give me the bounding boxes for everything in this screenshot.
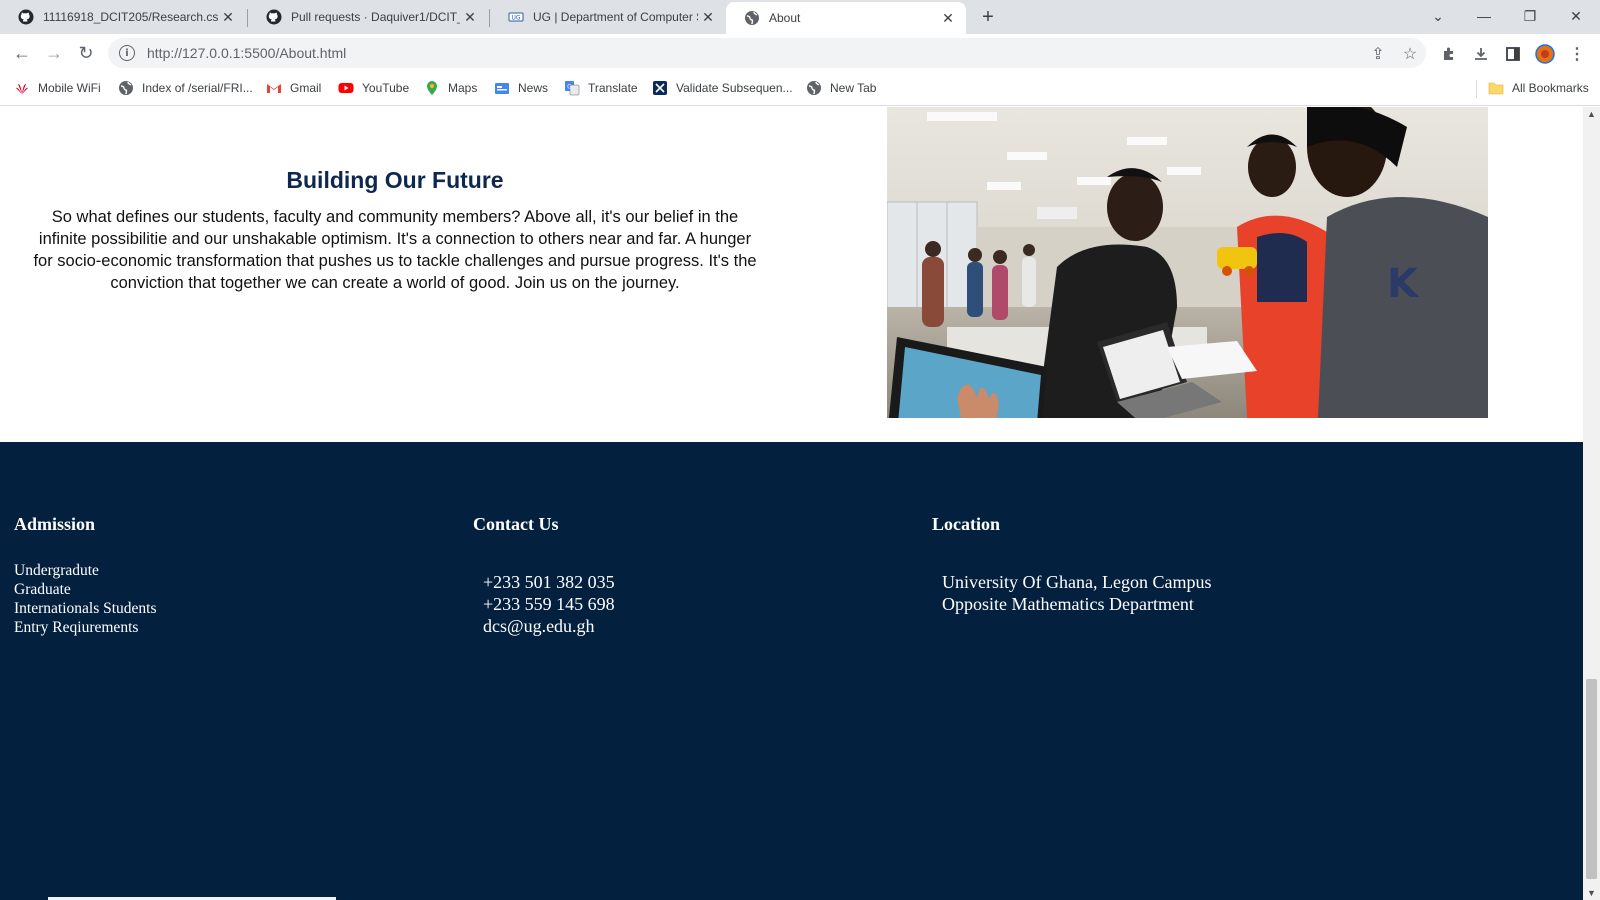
bookmark-validate[interactable]: Validate Subsequen... bbox=[652, 80, 793, 96]
tab-ug-department[interactable]: UG UG | Department of Computer S ✕ bbox=[490, 0, 726, 34]
reload-icon[interactable]: ↻ bbox=[74, 41, 98, 65]
scroll-down-arrow-icon[interactable]: ▼ bbox=[1587, 888, 1596, 898]
globe-icon bbox=[118, 80, 134, 96]
about-title: Building Our Future bbox=[286, 167, 504, 193]
svg-text:UG: UG bbox=[511, 15, 520, 22]
tab-research-css[interactable]: 11116918_DCIT205/Research.css ✕ bbox=[0, 0, 246, 34]
globe-icon bbox=[806, 80, 822, 96]
bookmark-label: Maps bbox=[448, 81, 478, 95]
bookmark-label: New Tab bbox=[830, 81, 877, 95]
footer-contact: Contact Us +233 501 382 035 +233 559 145… bbox=[473, 514, 615, 637]
profile-avatar-icon[interactable] bbox=[1534, 43, 1556, 65]
link-graduate[interactable]: Graduate bbox=[14, 580, 157, 599]
restore-button[interactable]: ❐ bbox=[1508, 0, 1552, 32]
footer-heading-admission: Admission bbox=[14, 514, 96, 534]
huawei-icon bbox=[14, 80, 30, 96]
location-details: University Of Ghana, Legon Campus Opposi… bbox=[932, 571, 1211, 615]
ug-icon: UG bbox=[508, 9, 524, 25]
footer-heading-contact: Contact Us bbox=[473, 514, 559, 534]
extensions-icon[interactable] bbox=[1438, 43, 1460, 65]
contact-email[interactable]: dcs@ug.edu.gh bbox=[483, 615, 615, 637]
news-icon bbox=[494, 80, 510, 96]
bookmark-label: Translate bbox=[588, 81, 638, 95]
footer-location: Location University Of Ghana, Legon Camp… bbox=[932, 514, 1211, 615]
tab-title: 11116918_DCIT205/Research.css bbox=[43, 10, 218, 24]
github-icon bbox=[18, 9, 34, 25]
download-icon[interactable] bbox=[1470, 43, 1492, 65]
x-box-icon bbox=[652, 80, 668, 96]
tab-strip: 11116918_DCIT205/Research.css ✕ Pull req… bbox=[0, 0, 1600, 34]
github-icon bbox=[266, 9, 282, 25]
bookmark-label: Gmail bbox=[290, 81, 322, 95]
tab-about[interactable]: About ✕ bbox=[726, 2, 966, 34]
menu-dots-icon[interactable]: ⋮ bbox=[1566, 43, 1588, 65]
bookmark-label: Mobile WiFi bbox=[38, 81, 101, 95]
svg-text:K: K bbox=[1387, 261, 1420, 307]
all-bookmarks-button[interactable]: All Bookmarks bbox=[1488, 80, 1589, 96]
bookmark-label: All Bookmarks bbox=[1512, 81, 1589, 95]
site-footer: Admission Undergradute Graduate Internat… bbox=[0, 442, 1583, 900]
back-icon[interactable]: ← bbox=[10, 41, 34, 65]
globe-icon bbox=[744, 10, 760, 26]
close-window-button[interactable]: ✕ bbox=[1554, 0, 1598, 32]
link-international-students[interactable]: Internationals Students bbox=[14, 599, 157, 618]
about-body: So what defines our students, faculty an… bbox=[33, 208, 757, 292]
contact-details: +233 501 382 035 +233 559 145 698 dcs@ug… bbox=[473, 571, 615, 637]
tab-title: UG | Department of Computer S bbox=[533, 10, 698, 24]
bookmark-new-tab[interactable]: New Tab bbox=[806, 80, 876, 96]
bookmark-label: Validate Subsequen... bbox=[676, 81, 793, 95]
about-text-block: Building Our Future So what defines our … bbox=[30, 167, 760, 294]
page-viewport: Building Our Future So what defines our … bbox=[0, 107, 1583, 900]
bookmark-news[interactable]: News bbox=[494, 80, 548, 96]
forward-icon[interactable]: → bbox=[42, 41, 66, 65]
location-line-1: University Of Ghana, Legon Campus bbox=[942, 572, 1212, 592]
side-panel-icon[interactable] bbox=[1502, 43, 1524, 65]
bookmarks-bar: Mobile WiFi Index of /serial/FRI... Gmai… bbox=[0, 72, 1600, 106]
admission-links: Undergradute Graduate Internationals Stu… bbox=[14, 561, 157, 637]
footer-heading-location: Location bbox=[932, 514, 1001, 534]
gmail-icon bbox=[266, 80, 282, 96]
location-line-2: Opposite Mathematics Department bbox=[942, 594, 1194, 614]
tab-pull-requests[interactable]: Pull requests · Daquiver1/DCIT_2 ✕ bbox=[248, 0, 488, 34]
minimize-button[interactable]: — bbox=[1462, 0, 1506, 32]
close-icon[interactable]: ✕ bbox=[460, 7, 480, 27]
url-text: http://127.0.0.1:5500/About.html bbox=[147, 45, 347, 61]
bookmark-gmail[interactable]: Gmail bbox=[266, 80, 321, 96]
close-icon[interactable]: ✕ bbox=[218, 7, 238, 27]
youtube-icon bbox=[338, 80, 354, 96]
new-tab-button[interactable]: + bbox=[976, 5, 1000, 29]
tab-search-icon[interactable]: ⌄ bbox=[1416, 0, 1460, 32]
scrollbar-thumb[interactable] bbox=[1586, 679, 1597, 879]
folder-icon bbox=[1488, 80, 1504, 96]
page-scrollbar[interactable]: ▲ ▼ bbox=[1583, 107, 1600, 900]
close-icon[interactable]: ✕ bbox=[698, 7, 718, 27]
bookmark-label: News bbox=[518, 81, 549, 95]
tab-title: Pull requests · Daquiver1/DCIT_2 bbox=[291, 10, 460, 24]
close-icon[interactable]: ✕ bbox=[938, 8, 958, 28]
bookmark-label: YouTube bbox=[362, 81, 410, 95]
phone-number-2: +233 559 145 698 bbox=[483, 594, 615, 614]
translate-icon: G bbox=[564, 80, 580, 96]
scroll-up-arrow-icon[interactable]: ▲ bbox=[1587, 109, 1596, 119]
maps-icon bbox=[424, 80, 440, 96]
address-bar[interactable]: i http://127.0.0.1:5500/About.html bbox=[108, 38, 1426, 68]
site-info-icon[interactable]: i bbox=[119, 45, 135, 61]
link-entry-requirements[interactable]: Entry Reqiurements bbox=[14, 618, 157, 637]
tab-title: About bbox=[769, 11, 801, 25]
bookmark-mobile-wifi[interactable]: Mobile WiFi bbox=[14, 80, 101, 96]
link-undergraduate[interactable]: Undergradute bbox=[14, 561, 157, 580]
bookmark-star-icon[interactable]: ☆ bbox=[1400, 44, 1420, 64]
students-lab-photo: K bbox=[887, 107, 1488, 418]
share-icon[interactable]: ⇪ bbox=[1368, 44, 1388, 64]
phone-number-1: +233 501 382 035 bbox=[483, 572, 615, 592]
svg-text:G: G bbox=[567, 84, 572, 91]
browser-toolbar: ← → ↻ i http://127.0.0.1:5500/About.html bbox=[0, 34, 1600, 72]
footer-admission: Admission Undergradute Graduate Internat… bbox=[14, 514, 157, 637]
bookmark-translate[interactable]: G Translate bbox=[564, 80, 638, 96]
about-section: Building Our Future So what defines our … bbox=[0, 107, 1583, 442]
bookmark-maps[interactable]: Maps bbox=[424, 80, 477, 96]
bookmark-index-serial[interactable]: Index of /serial/FRI... bbox=[118, 80, 253, 96]
bookmark-youtube[interactable]: YouTube bbox=[338, 80, 409, 96]
bookmark-label: Index of /serial/FRI... bbox=[142, 81, 253, 95]
